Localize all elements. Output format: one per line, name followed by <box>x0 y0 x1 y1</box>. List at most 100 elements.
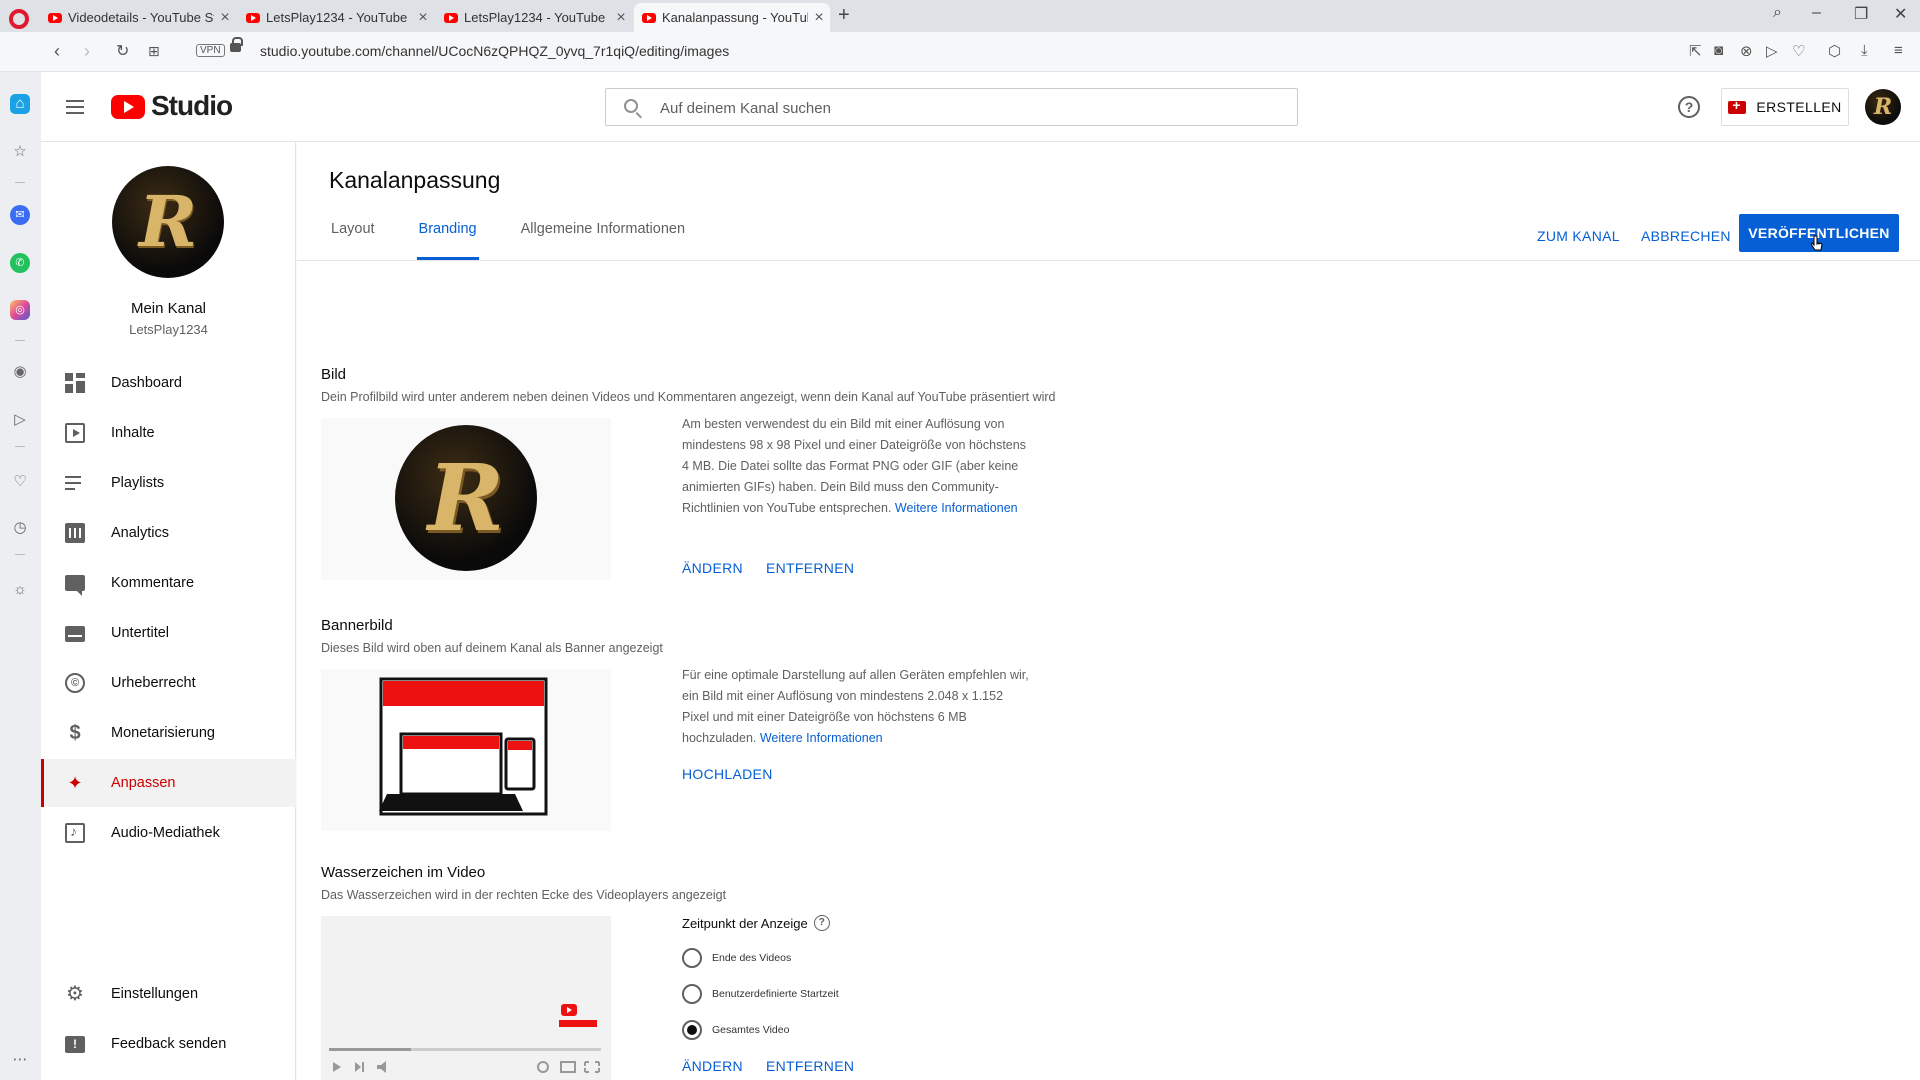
radio-button[interactable] <box>682 984 702 1004</box>
close-tab-icon[interactable]: × <box>412 9 434 27</box>
back-icon[interactable]: ‹ <box>54 41 60 62</box>
nav-item-analytics[interactable]: Analytics <box>41 509 296 557</box>
close-tab-icon[interactable]: × <box>808 9 830 27</box>
speed-dial-icon[interactable]: ☆ <box>10 142 30 162</box>
menu-icon[interactable]: ≡ <box>1894 42 1903 59</box>
radio-end-of-video[interactable]: Ende des Videos <box>682 948 791 968</box>
player-sidebar-icon[interactable]: ◉ <box>10 362 30 382</box>
whatsapp-icon[interactable]: ✆ <box>10 253 30 273</box>
minimize-icon[interactable]: – <box>1812 4 1821 22</box>
reload-icon[interactable]: ↻ <box>116 41 129 61</box>
browser-tab[interactable]: LetsPlay1234 - YouTube × <box>436 3 632 32</box>
url-field[interactable]: studio.youtube.com/channel/UCocN6zQPHQZ_… <box>260 43 729 59</box>
radio-label: Gesamtes Video <box>712 1024 790 1036</box>
watermark-remove-button[interactable]: ENTFERNEN <box>766 1058 854 1074</box>
channel-search[interactable] <box>605 88 1298 126</box>
nav-item-subtitles[interactable]: Untertitel <box>41 609 296 657</box>
restore-icon[interactable]: ❐ <box>1854 4 1868 24</box>
browser-tab[interactable]: Videodetails - YouTube St × <box>40 3 236 32</box>
playlist-icon <box>65 473 85 493</box>
close-tab-icon[interactable]: × <box>214 9 236 27</box>
tabs-grid-icon[interactable]: ⊞ <box>148 43 160 60</box>
picture-more-info-link[interactable]: Weitere Informationen <box>895 501 1018 515</box>
nav-item-comments[interactable]: Kommentare <box>41 559 296 607</box>
browser-tab-title: LetsPlay1234 - YouTube <box>464 10 606 25</box>
radio-button-selected[interactable] <box>682 1020 702 1040</box>
close-tab-icon[interactable]: × <box>610 9 632 27</box>
player-icon[interactable]: ▷ <box>1766 42 1778 60</box>
browser-search-icon[interactable]: ⌕ <box>1773 4 1782 22</box>
create-button[interactable]: ERSTELLEN <box>1721 88 1849 126</box>
customization-main: Kanalanpassung Layout Branding Allgemein… <box>297 142 1920 1080</box>
adblock-icon[interactable]: ⊗ <box>1740 42 1753 60</box>
nav-item-playlists[interactable]: Playlists <box>41 459 296 507</box>
camera-icon[interactable]: ◙ <box>1714 42 1723 59</box>
browser-tab-active[interactable]: Kanalanpassung - YouTube × <box>634 3 830 32</box>
search-input[interactable] <box>660 97 1260 119</box>
history-icon[interactable]: ◷ <box>10 518 30 538</box>
radio-button[interactable] <box>682 948 702 968</box>
banner-upload-button[interactable]: HOCHLADEN <box>682 766 773 782</box>
nav-item-label: Playlists <box>111 475 165 491</box>
studio-logo-text[interactable]: Studio <box>151 90 233 122</box>
messenger-icon[interactable]: ✉ <box>10 205 30 225</box>
gear-icon: ⚙ <box>66 983 84 1005</box>
home-icon[interactable]: ⌂ <box>10 94 30 114</box>
watermark-change-button[interactable]: ÄNDERN <box>682 1058 743 1074</box>
cube-icon[interactable]: ⬡ <box>1828 42 1841 60</box>
forward-icon[interactable]: › <box>84 41 90 62</box>
banner-section-description: Dieses Bild wird oben auf deinem Kanal a… <box>321 641 663 655</box>
nav-item-dashboard[interactable]: Dashboard <box>41 359 296 407</box>
channel-avatar[interactable]: R <box>112 166 224 278</box>
nav-item-copyright[interactable]: © Urheberrecht <box>41 659 296 707</box>
youtube-favicon-icon <box>444 12 458 23</box>
picture-change-button[interactable]: ÄNDERN <box>682 560 743 576</box>
watermark-video-preview <box>321 916 611 1080</box>
opera-logo-icon[interactable] <box>9 9 29 29</box>
sidebar-separator <box>15 340 25 341</box>
nav-item-monetization[interactable]: $ Monetarisierung <box>41 709 296 757</box>
copyright-icon: © <box>65 673 85 693</box>
tab-layout[interactable]: Layout <box>329 215 377 260</box>
nav-item-customize[interactable]: ✦ Anpassen <box>41 759 296 807</box>
send-icon[interactable]: ▷ <box>10 410 30 430</box>
display-timing-label: Zeitpunkt der Anzeige ? <box>682 915 830 931</box>
nav-item-label: Monetarisierung <box>111 725 215 741</box>
hamburger-menu-icon[interactable] <box>66 100 84 114</box>
share-icon[interactable]: ⇱ <box>1689 42 1702 60</box>
nav-item-label: Urheberrecht <box>111 675 196 691</box>
search-icon <box>624 99 638 113</box>
help-icon[interactable]: ? <box>1678 96 1700 118</box>
nav-item-content[interactable]: Inhalte <box>41 409 296 457</box>
lock-icon[interactable] <box>230 37 243 52</box>
picture-section-title: Bild <box>321 366 347 383</box>
tab-general-info[interactable]: Allgemeine Informationen <box>519 215 687 260</box>
vpn-badge[interactable]: VPN <box>196 44 225 57</box>
browser-tab[interactable]: LetsPlay1234 - YouTube × <box>238 3 434 32</box>
radio-custom-start[interactable]: Benutzerdefinierte Startzeit <box>682 984 839 1004</box>
magic-wand-icon: ✦ <box>67 773 83 793</box>
tips-bulb-icon[interactable]: ☼ <box>10 580 30 600</box>
question-help-icon[interactable]: ? <box>813 915 830 931</box>
tab-branding[interactable]: Branding <box>416 215 479 260</box>
page-title: Kanalanpassung <box>329 167 501 193</box>
go-to-channel-button[interactable]: ZUM KANAL <box>1537 228 1620 244</box>
cancel-button[interactable]: ABBRECHEN <box>1641 228 1731 244</box>
close-window-icon[interactable]: ✕ <box>1894 4 1907 24</box>
account-avatar[interactable]: R <box>1865 89 1901 125</box>
download-icon[interactable]: ⤓ <box>1861 42 1868 59</box>
radio-entire-video[interactable]: Gesamtes Video <box>682 1020 789 1040</box>
new-tab-icon[interactable]: + <box>838 4 850 27</box>
favorites-icon[interactable]: ♡ <box>10 472 30 492</box>
banner-more-info-link[interactable]: Weitere Informationen <box>760 731 883 745</box>
browser-tab-strip: Videodetails - YouTube St × LetsPlay1234… <box>0 0 1920 32</box>
more-dots-icon[interactable]: ⋯ <box>10 1050 30 1070</box>
picture-remove-button[interactable]: ENTFERNEN <box>766 560 854 576</box>
nav-item-settings[interactable]: ⚙ Einstellungen <box>41 970 296 1018</box>
heart-icon[interactable]: ♡ <box>1792 42 1805 60</box>
youtube-logo-icon[interactable] <box>111 95 145 119</box>
nav-item-feedback[interactable]: ! Feedback senden <box>41 1020 296 1068</box>
instagram-icon[interactable]: ◎ <box>10 300 30 320</box>
nav-item-audio-library[interactable]: Audio-Mediathek <box>41 809 296 857</box>
tab-divider <box>297 260 1920 261</box>
